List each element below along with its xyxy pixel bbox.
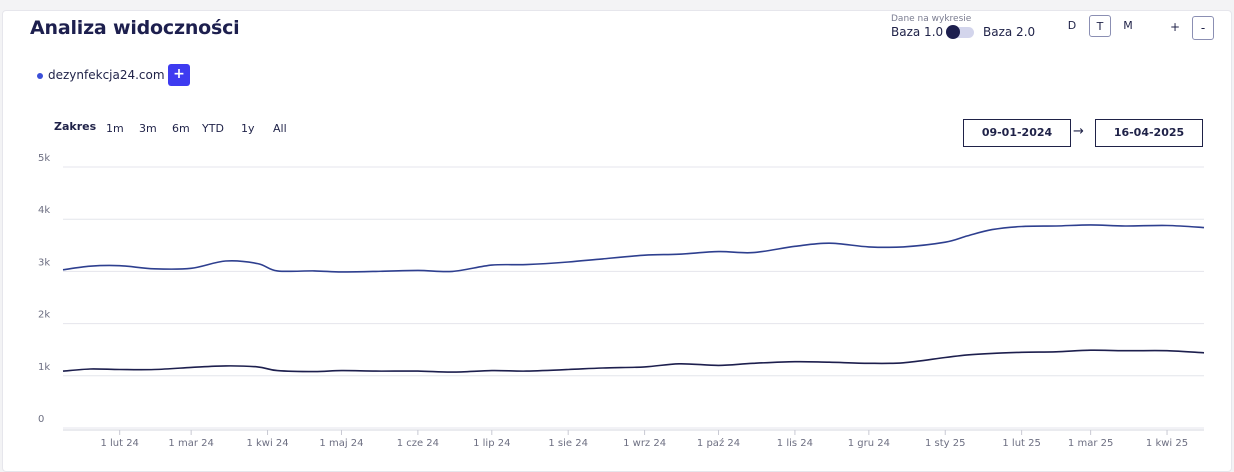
series-line-2 xyxy=(62,349,1205,373)
x-tick-label: 1 lip 24 xyxy=(473,438,510,449)
y-tick-label: 3k xyxy=(38,257,50,268)
x-tick-label: 1 lut 24 xyxy=(100,438,138,449)
x-tick-label: 1 lut 25 xyxy=(1002,438,1040,449)
x-tick-label: 1 wrz 24 xyxy=(623,438,666,449)
x-tick-label: 1 mar 24 xyxy=(168,438,213,449)
y-tick-label: 4k xyxy=(38,205,50,216)
visibility-chart: 0 1k 2k 3k 4k 5k 1 lut 24 1 mar 24 1 kwi 24 1 ma… xyxy=(38,153,1205,449)
x-tick-label: 1 kwi 25 xyxy=(1146,438,1188,449)
y-tick-label: 2k xyxy=(38,310,50,321)
x-tick-label: 1 cze 24 xyxy=(397,438,439,449)
y-tick-label: 0 xyxy=(38,414,44,425)
x-tick-label: 1 sty 25 xyxy=(925,438,966,449)
y-tick-label: 1k xyxy=(38,362,50,373)
x-tick-label: 1 maj 24 xyxy=(319,438,363,449)
x-tick-label: 1 sie 24 xyxy=(548,438,588,449)
x-tick-label: 1 mar 25 xyxy=(1068,438,1113,449)
x-tick-label: 1 paź 24 xyxy=(697,437,740,449)
y-tick-label: 5k xyxy=(38,153,50,164)
x-tick-label: 1 gru 24 xyxy=(848,438,890,449)
series-line-1 xyxy=(62,224,1205,273)
x-tick-label: 1 kwi 24 xyxy=(246,438,288,449)
x-tick-label: 1 lis 24 xyxy=(777,438,813,449)
